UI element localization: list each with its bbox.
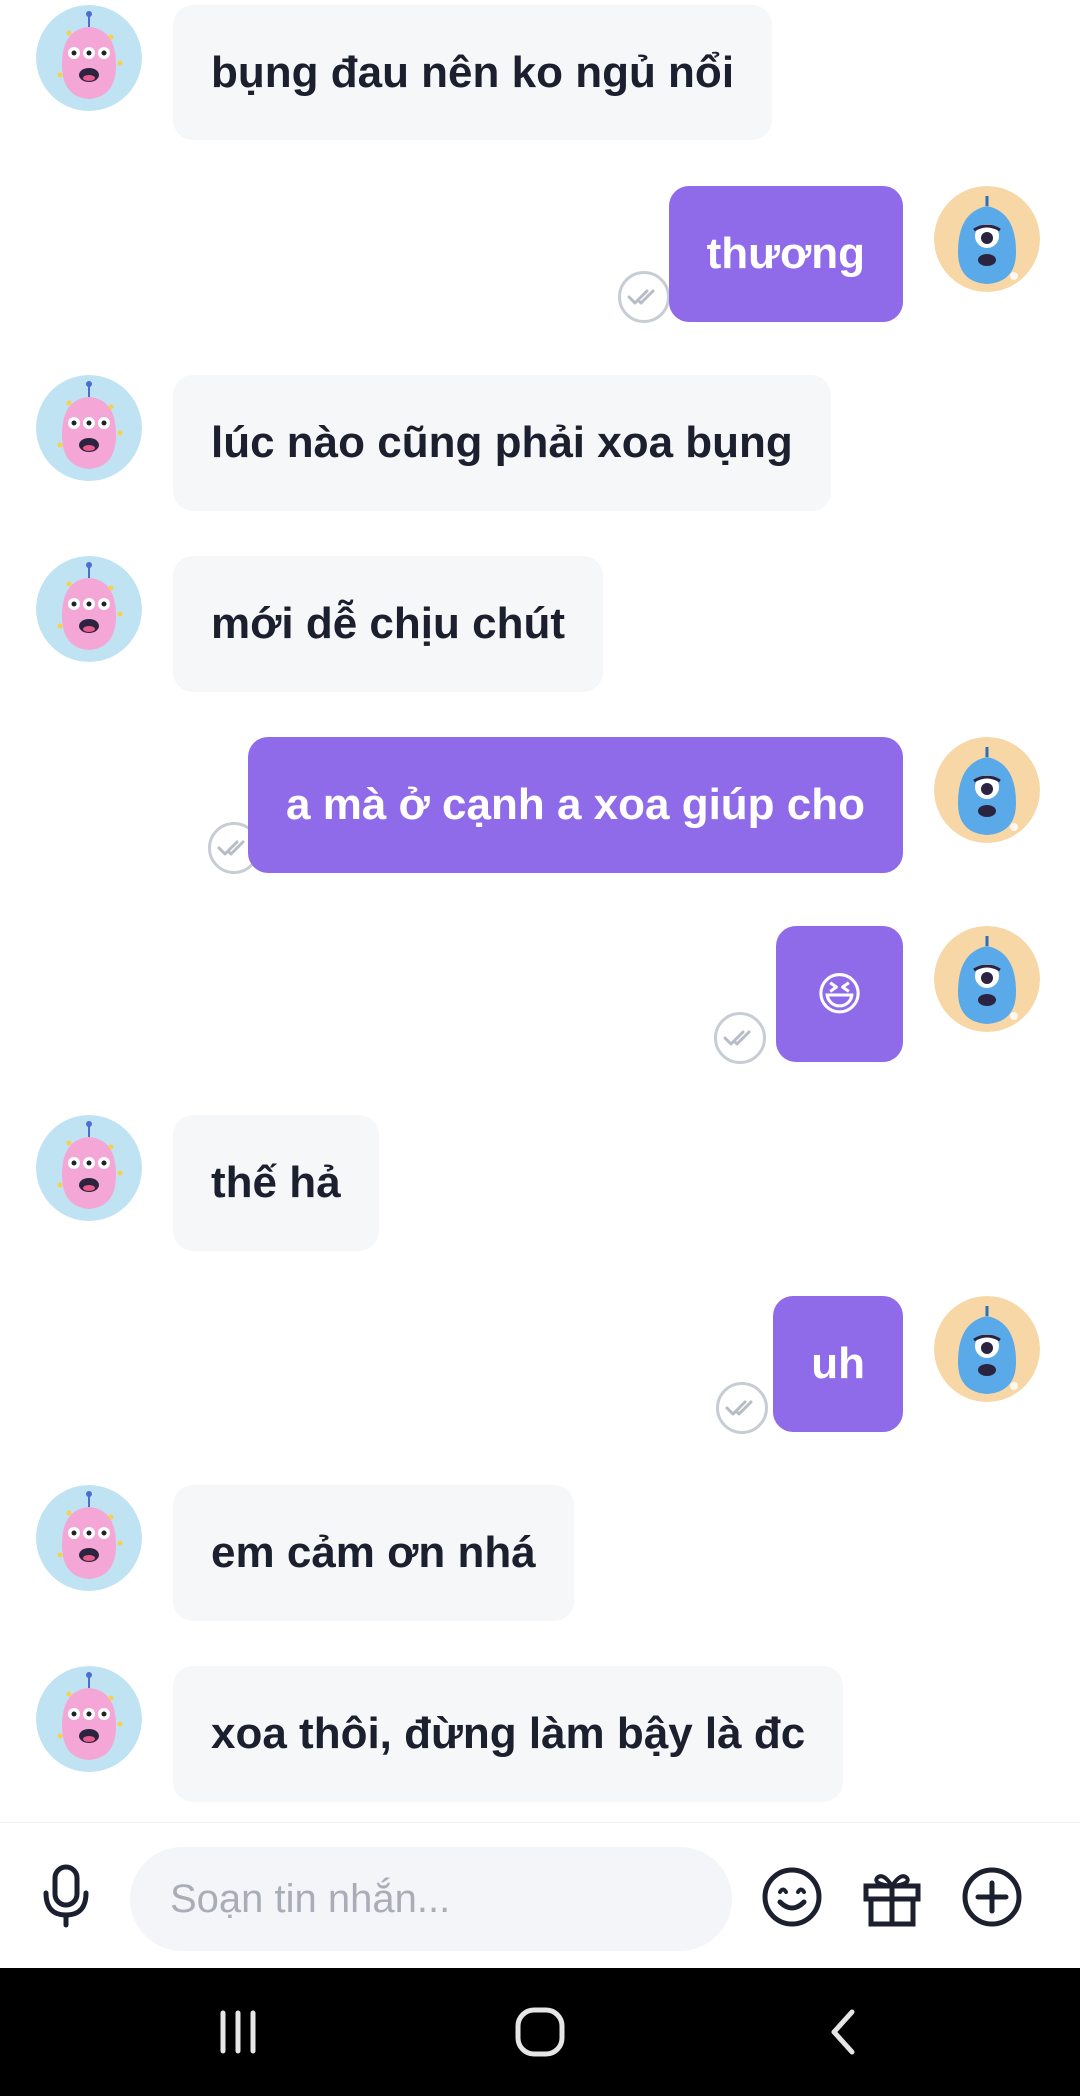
back-icon[interactable]: [806, 2002, 882, 2062]
recent-apps-icon[interactable]: [200, 2002, 276, 2062]
message-text: a mà ở cạnh a xoa giúp cho: [286, 780, 865, 829]
message-bubble-incoming[interactable]: lúc nào cũng phải xoa bụng: [173, 375, 831, 511]
contact-avatar[interactable]: [36, 375, 142, 481]
message-emoji: 😆: [815, 968, 864, 1020]
my-avatar[interactable]: [934, 1296, 1040, 1402]
message-bubble-incoming[interactable]: thế hả: [173, 1115, 379, 1251]
microphone-icon[interactable]: [34, 1861, 98, 1931]
message-text: em cảm ơn nhá: [211, 1528, 536, 1577]
contact-avatar[interactable]: [36, 1115, 142, 1221]
contact-avatar[interactable]: [36, 556, 142, 662]
message-text: thương: [706, 229, 865, 278]
my-avatar[interactable]: [934, 186, 1040, 292]
home-icon[interactable]: [502, 2002, 578, 2062]
message-text: uh: [811, 1339, 865, 1388]
message-input-container[interactable]: [130, 1847, 732, 1951]
seen-status-icon: [714, 1012, 766, 1064]
message-bubble-incoming[interactable]: bụng đau nên ko ngủ nổi: [173, 5, 773, 140]
contact-avatar[interactable]: [36, 1485, 142, 1591]
seen-status-icon: [618, 271, 670, 323]
message-text: lúc nào cũng phải xoa bụng: [211, 418, 793, 467]
my-avatar[interactable]: [934, 737, 1040, 843]
message-composer: [0, 1822, 1080, 1968]
system-navigation-bar: [0, 1968, 1080, 2096]
message-bubble-incoming[interactable]: xoa thôi, đừng làm bậy là đc: [173, 1666, 844, 1802]
contact-avatar[interactable]: [36, 1666, 142, 1772]
message-bubble-outgoing[interactable]: a mà ở cạnh a xoa giúp cho: [248, 737, 903, 873]
gift-icon[interactable]: [860, 1865, 924, 1929]
contact-avatar[interactable]: [36, 5, 142, 111]
message-bubble-outgoing[interactable]: uh: [773, 1296, 903, 1432]
message-bubble-outgoing[interactable]: 😆: [776, 926, 903, 1062]
plus-circle-icon[interactable]: [960, 1865, 1024, 1929]
message-text: thế hả: [211, 1158, 341, 1207]
seen-status-icon: [716, 1382, 768, 1434]
smiley-icon[interactable]: [760, 1865, 824, 1929]
chat-screen: bụng đau nên ko ngủ nổi thương lúc nào c…: [0, 0, 1080, 2096]
message-input[interactable]: [170, 1876, 732, 1922]
message-bubble-outgoing[interactable]: thương: [668, 186, 903, 322]
message-text: bụng đau nên ko ngủ nổi: [211, 47, 735, 97]
my-avatar[interactable]: [934, 926, 1040, 1032]
message-text: xoa thôi, đừng làm bậy là đc: [211, 1709, 806, 1758]
message-bubble-incoming[interactable]: em cảm ơn nhá: [173, 1485, 574, 1621]
message-bubble-incoming[interactable]: mới dễ chịu chút: [173, 556, 603, 692]
message-text: mới dễ chịu chút: [211, 599, 565, 648]
